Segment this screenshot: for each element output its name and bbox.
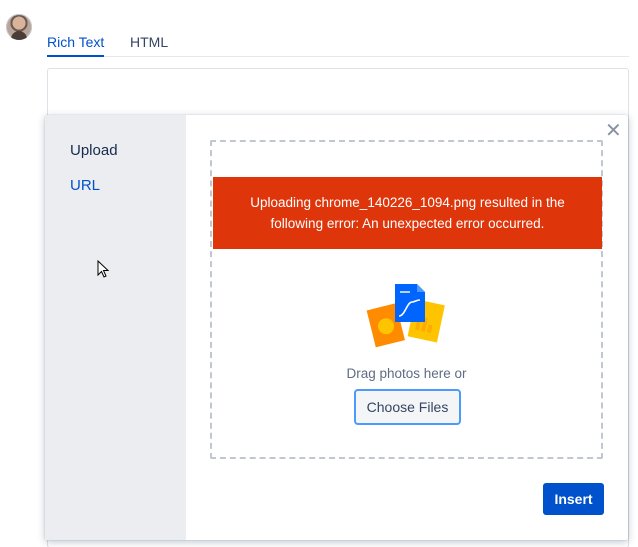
file-dropzone[interactable]: Uploading chrome_140226_1094.png resulte… (210, 140, 603, 459)
upload-error-banner: Uploading chrome_140226_1094.png resulte… (213, 177, 602, 249)
sidebar-item-upload[interactable]: Upload (70, 142, 118, 159)
drag-instructions: Drag photos here or (346, 366, 467, 381)
avatar[interactable] (6, 14, 32, 40)
mouse-cursor-icon (97, 260, 109, 278)
insert-image-modal: Upload URL ✕ Uploading chrome_140226_109… (45, 115, 628, 540)
choose-files-button[interactable]: Choose Files (354, 389, 461, 425)
sidebar-item-url[interactable]: URL (70, 177, 100, 194)
editor-mode-tabs: Rich Text HTML (47, 30, 629, 57)
close-icon[interactable]: ✕ (605, 121, 622, 141)
tab-html[interactable]: HTML (130, 34, 168, 57)
modal-sidebar: Upload URL (45, 115, 186, 540)
insert-button[interactable]: Insert (543, 483, 604, 515)
tab-rich-text[interactable]: Rich Text (47, 34, 105, 57)
files-illustration-icon (366, 284, 445, 348)
